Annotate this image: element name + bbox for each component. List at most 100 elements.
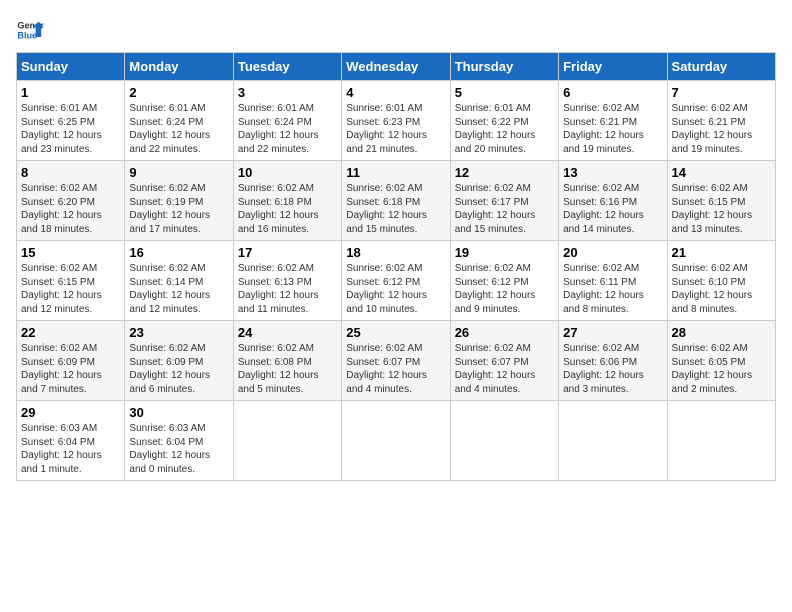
calendar-cell: 26 Sunrise: 6:02 AMSunset: 6:07 PMDaylig…: [450, 321, 558, 401]
day-number: 25: [346, 325, 445, 340]
day-detail: Sunrise: 6:01 AMSunset: 6:24 PMDaylight:…: [129, 103, 210, 155]
day-detail: Sunrise: 6:02 AMSunset: 6:21 PMDaylight:…: [672, 103, 753, 155]
day-detail: Sunrise: 6:03 AMSunset: 6:04 PMDaylight:…: [129, 423, 210, 475]
col-header-thursday: Thursday: [450, 53, 558, 81]
day-number: 1: [21, 85, 120, 100]
day-detail: Sunrise: 6:02 AMSunset: 6:15 PMDaylight:…: [672, 183, 753, 235]
calendar-cell: 10 Sunrise: 6:02 AMSunset: 6:18 PMDaylig…: [233, 161, 341, 241]
calendar-cell: 24 Sunrise: 6:02 AMSunset: 6:08 PMDaylig…: [233, 321, 341, 401]
day-number: 24: [238, 325, 337, 340]
calendar-cell: 23 Sunrise: 6:02 AMSunset: 6:09 PMDaylig…: [125, 321, 233, 401]
day-detail: Sunrise: 6:02 AMSunset: 6:18 PMDaylight:…: [238, 183, 319, 235]
calendar-week-row: 1 Sunrise: 6:01 AMSunset: 6:25 PMDayligh…: [17, 81, 776, 161]
calendar-cell: 8 Sunrise: 6:02 AMSunset: 6:20 PMDayligh…: [17, 161, 125, 241]
calendar-cell: 27 Sunrise: 6:02 AMSunset: 6:06 PMDaylig…: [559, 321, 667, 401]
col-header-tuesday: Tuesday: [233, 53, 341, 81]
calendar-cell: [450, 401, 558, 481]
calendar-cell: 30 Sunrise: 6:03 AMSunset: 6:04 PMDaylig…: [125, 401, 233, 481]
day-number: 9: [129, 165, 228, 180]
day-detail: Sunrise: 6:02 AMSunset: 6:17 PMDaylight:…: [455, 183, 536, 235]
day-detail: Sunrise: 6:01 AMSunset: 6:25 PMDaylight:…: [21, 103, 102, 155]
calendar-week-row: 29 Sunrise: 6:03 AMSunset: 6:04 PMDaylig…: [17, 401, 776, 481]
calendar-cell: [342, 401, 450, 481]
day-number: 7: [672, 85, 771, 100]
calendar-cell: 21 Sunrise: 6:02 AMSunset: 6:10 PMDaylig…: [667, 241, 775, 321]
svg-text:Blue: Blue: [17, 30, 37, 40]
day-number: 5: [455, 85, 554, 100]
calendar-cell: 11 Sunrise: 6:02 AMSunset: 6:18 PMDaylig…: [342, 161, 450, 241]
day-number: 29: [21, 405, 120, 420]
day-detail: Sunrise: 6:02 AMSunset: 6:07 PMDaylight:…: [455, 343, 536, 395]
calendar-cell: 16 Sunrise: 6:02 AMSunset: 6:14 PMDaylig…: [125, 241, 233, 321]
calendar-cell: 18 Sunrise: 6:02 AMSunset: 6:12 PMDaylig…: [342, 241, 450, 321]
day-detail: Sunrise: 6:02 AMSunset: 6:20 PMDaylight:…: [21, 183, 102, 235]
day-number: 28: [672, 325, 771, 340]
calendar-table: SundayMondayTuesdayWednesdayThursdayFrid…: [16, 52, 776, 481]
day-detail: Sunrise: 6:02 AMSunset: 6:21 PMDaylight:…: [563, 103, 644, 155]
day-detail: Sunrise: 6:03 AMSunset: 6:04 PMDaylight:…: [21, 423, 102, 475]
day-number: 16: [129, 245, 228, 260]
day-number: 11: [346, 165, 445, 180]
day-number: 30: [129, 405, 228, 420]
calendar-cell: 29 Sunrise: 6:03 AMSunset: 6:04 PMDaylig…: [17, 401, 125, 481]
day-number: 3: [238, 85, 337, 100]
day-detail: Sunrise: 6:02 AMSunset: 6:15 PMDaylight:…: [21, 263, 102, 315]
col-header-sunday: Sunday: [17, 53, 125, 81]
day-number: 23: [129, 325, 228, 340]
day-detail: Sunrise: 6:02 AMSunset: 6:12 PMDaylight:…: [346, 263, 427, 315]
day-number: 22: [21, 325, 120, 340]
day-number: 6: [563, 85, 662, 100]
day-number: 4: [346, 85, 445, 100]
day-detail: Sunrise: 6:02 AMSunset: 6:16 PMDaylight:…: [563, 183, 644, 235]
day-number: 27: [563, 325, 662, 340]
calendar-cell: [667, 401, 775, 481]
day-detail: Sunrise: 6:01 AMSunset: 6:22 PMDaylight:…: [455, 103, 536, 155]
day-detail: Sunrise: 6:02 AMSunset: 6:14 PMDaylight:…: [129, 263, 210, 315]
calendar-cell: 4 Sunrise: 6:01 AMSunset: 6:23 PMDayligh…: [342, 81, 450, 161]
col-header-friday: Friday: [559, 53, 667, 81]
day-number: 17: [238, 245, 337, 260]
calendar-cell: 20 Sunrise: 6:02 AMSunset: 6:11 PMDaylig…: [559, 241, 667, 321]
day-number: 20: [563, 245, 662, 260]
day-detail: Sunrise: 6:02 AMSunset: 6:09 PMDaylight:…: [21, 343, 102, 395]
day-detail: Sunrise: 6:02 AMSunset: 6:07 PMDaylight:…: [346, 343, 427, 395]
calendar-cell: [233, 401, 341, 481]
col-header-monday: Monday: [125, 53, 233, 81]
col-header-saturday: Saturday: [667, 53, 775, 81]
calendar-cell: [559, 401, 667, 481]
calendar-header-row: SundayMondayTuesdayWednesdayThursdayFrid…: [17, 53, 776, 81]
day-number: 15: [21, 245, 120, 260]
day-number: 10: [238, 165, 337, 180]
calendar-cell: 15 Sunrise: 6:02 AMSunset: 6:15 PMDaylig…: [17, 241, 125, 321]
logo: General Blue: [16, 16, 44, 44]
day-detail: Sunrise: 6:02 AMSunset: 6:19 PMDaylight:…: [129, 183, 210, 235]
day-number: 13: [563, 165, 662, 180]
day-detail: Sunrise: 6:02 AMSunset: 6:08 PMDaylight:…: [238, 343, 319, 395]
day-detail: Sunrise: 6:01 AMSunset: 6:23 PMDaylight:…: [346, 103, 427, 155]
calendar-cell: 25 Sunrise: 6:02 AMSunset: 6:07 PMDaylig…: [342, 321, 450, 401]
day-number: 19: [455, 245, 554, 260]
day-number: 26: [455, 325, 554, 340]
calendar-cell: 3 Sunrise: 6:01 AMSunset: 6:24 PMDayligh…: [233, 81, 341, 161]
day-detail: Sunrise: 6:02 AMSunset: 6:09 PMDaylight:…: [129, 343, 210, 395]
calendar-cell: 5 Sunrise: 6:01 AMSunset: 6:22 PMDayligh…: [450, 81, 558, 161]
calendar-cell: 9 Sunrise: 6:02 AMSunset: 6:19 PMDayligh…: [125, 161, 233, 241]
calendar-cell: 17 Sunrise: 6:02 AMSunset: 6:13 PMDaylig…: [233, 241, 341, 321]
day-detail: Sunrise: 6:01 AMSunset: 6:24 PMDaylight:…: [238, 103, 319, 155]
day-detail: Sunrise: 6:02 AMSunset: 6:12 PMDaylight:…: [455, 263, 536, 315]
day-detail: Sunrise: 6:02 AMSunset: 6:10 PMDaylight:…: [672, 263, 753, 315]
page-header: General Blue: [16, 16, 776, 44]
day-number: 14: [672, 165, 771, 180]
day-detail: Sunrise: 6:02 AMSunset: 6:05 PMDaylight:…: [672, 343, 753, 395]
calendar-week-row: 22 Sunrise: 6:02 AMSunset: 6:09 PMDaylig…: [17, 321, 776, 401]
calendar-cell: 7 Sunrise: 6:02 AMSunset: 6:21 PMDayligh…: [667, 81, 775, 161]
calendar-cell: 1 Sunrise: 6:01 AMSunset: 6:25 PMDayligh…: [17, 81, 125, 161]
calendar-cell: 28 Sunrise: 6:02 AMSunset: 6:05 PMDaylig…: [667, 321, 775, 401]
day-number: 8: [21, 165, 120, 180]
calendar-week-row: 8 Sunrise: 6:02 AMSunset: 6:20 PMDayligh…: [17, 161, 776, 241]
day-number: 18: [346, 245, 445, 260]
col-header-wednesday: Wednesday: [342, 53, 450, 81]
day-detail: Sunrise: 6:02 AMSunset: 6:06 PMDaylight:…: [563, 343, 644, 395]
calendar-cell: 22 Sunrise: 6:02 AMSunset: 6:09 PMDaylig…: [17, 321, 125, 401]
day-detail: Sunrise: 6:02 AMSunset: 6:11 PMDaylight:…: [563, 263, 644, 315]
